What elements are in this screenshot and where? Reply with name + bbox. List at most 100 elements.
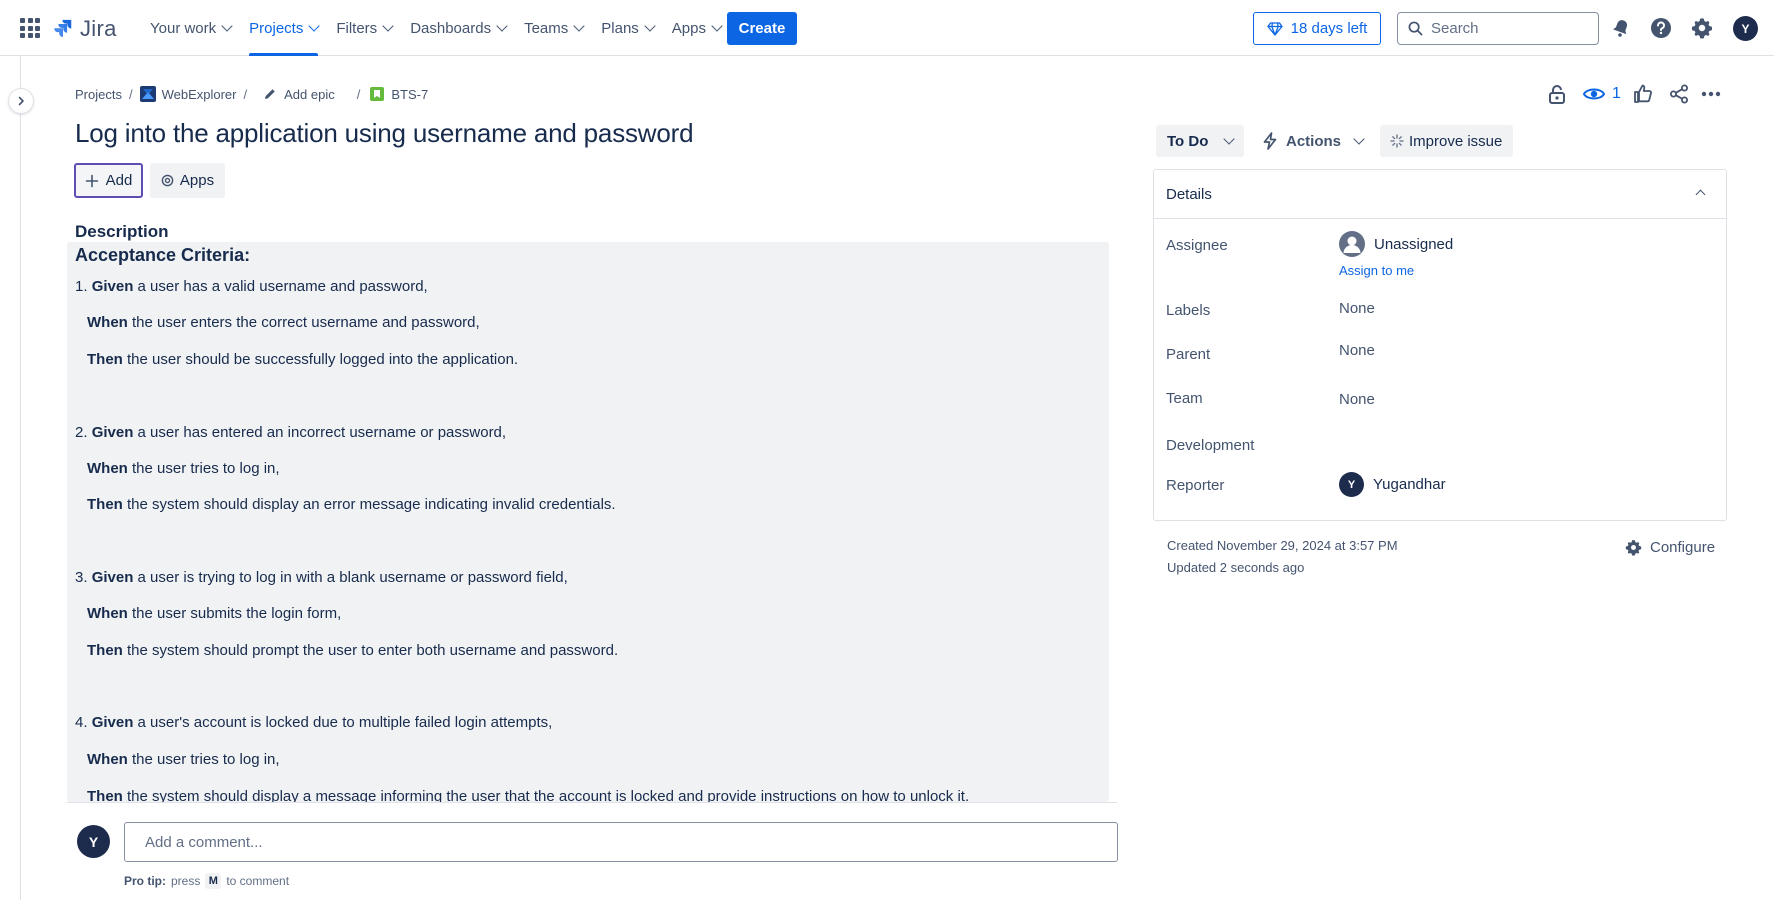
nav-dashboards[interactable]: Dashboards (401, 0, 515, 56)
status-label: To Do (1167, 132, 1209, 150)
breadcrumb-separator: / (356, 86, 361, 102)
nav-plans[interactable]: Plans (592, 0, 663, 56)
chevron-down-icon (1223, 133, 1236, 145)
actions-dropdown[interactable]: Actions (1253, 125, 1365, 157)
status-dropdown[interactable]: To Do (1156, 125, 1244, 157)
eye-icon (1582, 88, 1606, 100)
help-icon[interactable] (1649, 16, 1673, 40)
configure-label: Configure (1650, 539, 1716, 556)
description-divider (67, 802, 1117, 803)
parent-value[interactable]: None (1339, 342, 1375, 359)
trial-label: 18 days left (1290, 20, 1368, 37)
comment-input[interactable]: Add a comment... (124, 822, 1118, 862)
labels-value[interactable]: None (1339, 300, 1375, 317)
nav-apps[interactable]: Apps (663, 0, 730, 56)
criterion-when: When the user tries to log in, (87, 460, 280, 477)
more-actions-icon[interactable] (1700, 82, 1722, 106)
chevron-right-icon (18, 96, 24, 106)
assign-to-me-link[interactable]: Assign to me (1339, 263, 1414, 278)
improve-issue-button[interactable]: Improve issue (1380, 125, 1513, 157)
chevron-down-icon (221, 20, 233, 32)
trial-badge[interactable]: 18 days left (1253, 12, 1381, 45)
chevron-down-icon (711, 20, 723, 32)
criterion-given: 4. Given a user's account is locked due … (75, 714, 553, 731)
sparkle-icon (1390, 134, 1404, 148)
breadcrumb: Projects / WebExplorer / Add epic / BTS-… (75, 86, 428, 102)
search-icon (1408, 21, 1423, 36)
details-title: Details (1166, 185, 1212, 203)
share-icon[interactable] (1668, 82, 1690, 106)
chevron-down-icon (1353, 133, 1365, 145)
project-avatar-icon (139, 86, 156, 102)
lock-icon[interactable] (1546, 82, 1568, 106)
updated-timestamp: Updated 2 seconds ago (1167, 560, 1305, 575)
labels-label: Labels (1166, 302, 1211, 319)
app-switcher-icon[interactable] (20, 18, 40, 38)
team-label: Team (1166, 390, 1203, 407)
settings-gear-icon[interactable] (1690, 16, 1714, 40)
chevron-down-icon (573, 20, 585, 32)
assignee-field[interactable]: Unassigned (1339, 231, 1453, 257)
collapsed-sidebar (0, 56, 21, 900)
issue-title[interactable]: Log into the application using username … (75, 118, 694, 149)
development-label: Development (1166, 437, 1255, 454)
add-button[interactable]: Add (74, 163, 143, 198)
nav-your-work-label: Your work (150, 19, 217, 37)
nav-filters[interactable]: Filters (327, 0, 401, 56)
breadcrumb-add-epic-label: Add epic (284, 86, 335, 102)
nav-dashboards-label: Dashboards (410, 19, 492, 37)
expand-sidebar-button[interactable] (9, 89, 33, 113)
breadcrumb-separator: / (243, 86, 248, 102)
created-timestamp: Created November 29, 2024 at 3:57 PM (1167, 538, 1398, 553)
apps-button[interactable]: Apps (150, 163, 225, 198)
profile-avatar[interactable]: Y (1733, 16, 1758, 41)
primary-nav: Your work Projects Filters Dashboards Te… (141, 0, 730, 56)
nav-your-work[interactable]: Your work (141, 0, 240, 56)
criterion-when: When the user submits the login form, (87, 605, 342, 622)
improve-issue-label: Improve issue (1409, 132, 1503, 150)
comment-avatar: Y (77, 825, 110, 858)
breadcrumb-add-epic[interactable]: Add epic (262, 86, 335, 102)
breadcrumb-projects[interactable]: Projects (75, 87, 122, 102)
details-header[interactable]: Details (1154, 170, 1726, 219)
criterion-when: When the user enters the correct usernam… (87, 314, 480, 331)
jira-logo-icon (54, 19, 72, 37)
watch-button[interactable]: 1 (1582, 82, 1621, 106)
criterion-given: 1. Given a user has a valid username and… (75, 278, 428, 295)
acceptance-criteria-title: Acceptance Criteria: (75, 245, 251, 265)
jira-logo[interactable]: Jira (52, 16, 117, 42)
gear-icon (1625, 540, 1642, 556)
configure-button[interactable]: Configure (1625, 539, 1715, 556)
nav-filters-label: Filters (336, 19, 378, 37)
reporter-field[interactable]: Y Yugandhar (1339, 472, 1446, 497)
plus-icon (85, 174, 98, 187)
nav-projects-label: Projects (249, 19, 304, 37)
breadcrumb-separator: / (128, 86, 133, 102)
criterion-given: 3. Given a user is trying to log in with… (75, 569, 568, 586)
pro-tip: Pro tip: press M to comment (124, 873, 289, 889)
description-content[interactable]: Acceptance Criteria: 1. Given a user has… (67, 242, 1109, 802)
pencil-icon (262, 86, 278, 102)
criterion-then: Then the system should display an error … (87, 496, 616, 513)
breadcrumb-project[interactable]: WebExplorer (139, 86, 237, 102)
lightning-icon (1263, 132, 1277, 150)
assignee-value: Unassigned (1374, 235, 1454, 253)
chevron-up-icon[interactable] (1695, 189, 1706, 200)
nav-teams[interactable]: Teams (515, 0, 592, 56)
description-heading: Description (75, 222, 169, 241)
notifications-icon[interactable] (1609, 16, 1633, 40)
criterion-then: Then the system should display a message… (87, 788, 970, 802)
create-button[interactable]: Create (727, 12, 797, 45)
breadcrumb-issue[interactable]: BTS-7 (369, 86, 428, 102)
actions-label: Actions (1286, 132, 1342, 150)
team-value[interactable]: None (1339, 391, 1375, 408)
gem-icon (1266, 21, 1283, 36)
pro-tip-suffix: to comment (226, 874, 290, 888)
search-input[interactable]: Search (1397, 12, 1599, 45)
thumbs-up-icon[interactable] (1632, 82, 1654, 106)
nav-apps-label: Apps (671, 19, 706, 37)
nav-projects[interactable]: Projects (240, 0, 327, 56)
watch-count: 1 (1612, 85, 1621, 102)
reporter-label: Reporter (1166, 477, 1225, 494)
shortcut-key: M (205, 873, 222, 889)
